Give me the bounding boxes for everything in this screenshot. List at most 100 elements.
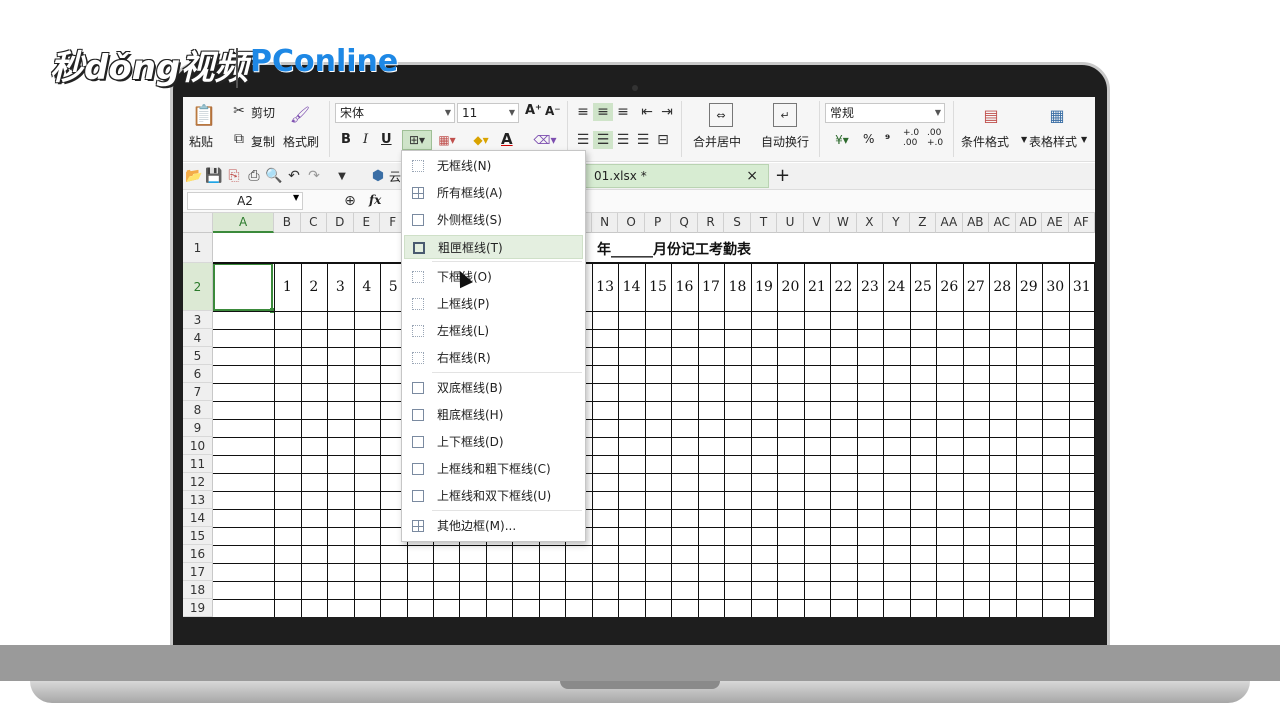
border-menu-item[interactable]: 外侧框线(S)	[404, 208, 583, 232]
column-header-n[interactable]: N	[591, 213, 619, 233]
row-header-4[interactable]: 4	[183, 329, 213, 347]
row-header-5[interactable]: 5	[183, 347, 213, 365]
day-number-cell[interactable]: 31	[1069, 277, 1095, 297]
day-number-cell[interactable]: 25	[910, 277, 936, 297]
column-header-s[interactable]: S	[724, 213, 751, 233]
border-menu-item[interactable]: 其他边框(M)...	[404, 514, 583, 538]
row-header-11[interactable]: 11	[183, 455, 213, 473]
day-number-cell[interactable]: 4	[354, 277, 380, 297]
distribute-icon[interactable]: ⊟	[653, 131, 673, 149]
column-header-c[interactable]: C	[300, 213, 328, 233]
day-number-cell[interactable]: 26	[936, 277, 962, 297]
select-all-corner[interactable]	[183, 213, 213, 233]
column-header-d[interactable]: D	[327, 213, 354, 233]
italic-button[interactable]: I	[363, 132, 368, 147]
cell-area[interactable]: 年______月份记工考勤表 1 2 3 4 5 13 14 15 16 17 18 19 20 21 22…	[213, 233, 1095, 617]
format-painter-button[interactable]: 格式刷	[283, 133, 319, 150]
column-header-ab[interactable]: AB	[962, 213, 990, 233]
column-header-u[interactable]: U	[777, 213, 804, 233]
row-header-6[interactable]: 6	[183, 365, 213, 383]
border-menu-item[interactable]: 粗匣框线(T)	[404, 235, 583, 259]
paste-icon[interactable]: 📋	[191, 103, 217, 127]
row-header-3[interactable]: 3	[183, 311, 213, 329]
day-number-cell[interactable]: 15	[645, 277, 671, 297]
font-size-select[interactable]: 11 ▼	[457, 103, 519, 123]
currency-icon[interactable]: ¥▾	[829, 131, 855, 149]
comma-button[interactable]: ⁹	[885, 132, 890, 146]
cloud-label[interactable]: 云	[389, 168, 401, 185]
spreadsheet-grid[interactable]: ABCDEFGHIJKLMNOPQRSTUVWXYZAAABACADAEAF 1…	[183, 213, 1095, 617]
font-color-button[interactable]: A	[501, 130, 513, 148]
day-number-cell[interactable]: 17	[698, 277, 724, 297]
column-header-v[interactable]: V	[803, 213, 831, 233]
day-number-cell[interactable]: 2	[301, 277, 327, 297]
border-menu-item[interactable]: 下框线(O)	[404, 265, 583, 289]
align-bottom-icon[interactable]: ≡	[613, 103, 633, 121]
column-header-q[interactable]: Q	[671, 213, 698, 233]
bold-button[interactable]: B	[341, 132, 351, 147]
day-number-cell[interactable]: 14	[618, 277, 644, 297]
conditional-format-button[interactable]: 条件格式	[961, 133, 1009, 150]
align-top-icon[interactable]: ≡	[573, 103, 593, 121]
row-header-15[interactable]: 15	[183, 527, 213, 545]
row-header-9[interactable]: 9	[183, 419, 213, 437]
copy-button[interactable]: 复制	[251, 133, 275, 150]
fill-color-icon[interactable]: ◆▾	[467, 130, 495, 150]
align-center-icon[interactable]: ☰	[593, 131, 613, 149]
border-menu-item[interactable]: 双底框线(B)	[404, 376, 583, 400]
row-header-12[interactable]: 12	[183, 473, 213, 491]
percent-button[interactable]: %	[863, 132, 874, 146]
border-menu-item[interactable]: 上框线和粗下框线(C)	[404, 457, 583, 481]
day-number-cell[interactable]: 13	[592, 277, 618, 297]
day-number-cell[interactable]: 19	[751, 277, 777, 297]
border-menu-item[interactable]: 上框线和双下框线(U)	[404, 484, 583, 508]
increase-decimal-button[interactable]: +.0 .00	[903, 128, 923, 148]
day-number-cell[interactable]: 16	[671, 277, 697, 297]
row-header-10[interactable]: 10	[183, 437, 213, 455]
print-preview-icon[interactable]: 🔍	[265, 167, 283, 185]
border-menu-item[interactable]: 右框线(R)	[404, 346, 583, 370]
border-menu-item[interactable]: 上下框线(D)	[404, 430, 583, 454]
border-menu-item[interactable]: 无框线(N)	[404, 154, 583, 178]
column-header-af[interactable]: AF	[1068, 213, 1095, 233]
cell-style-icon[interactable]: ▦▾	[433, 130, 461, 150]
column-header-e[interactable]: E	[353, 213, 381, 233]
table-style-icon[interactable]: ▦	[1045, 103, 1069, 127]
day-number-cell[interactable]: 23	[857, 277, 883, 297]
wrap-text-icon[interactable]: ↵	[773, 103, 797, 127]
column-header-ae[interactable]: AE	[1042, 213, 1069, 233]
day-number-cell[interactable]: 20	[777, 277, 803, 297]
grow-font-button[interactable]: A⁺	[525, 103, 542, 118]
row-header-1[interactable]: 1	[183, 233, 213, 263]
undo-icon[interactable]: ↶	[285, 167, 303, 185]
cloud-doc-icon[interactable]: ⬢	[369, 167, 387, 185]
row-header-16[interactable]: 16	[183, 545, 213, 563]
name-box[interactable]: A2	[187, 192, 303, 210]
day-number-cell[interactable]: 22	[830, 277, 856, 297]
open-folder-icon[interactable]: 📂	[185, 167, 203, 185]
border-menu-item[interactable]: 左框线(L)	[404, 319, 583, 343]
customize-toolbar-icon[interactable]: ▼	[333, 167, 351, 185]
outdent-icon[interactable]: ⇤	[637, 103, 657, 121]
justify-icon[interactable]: ☰	[633, 131, 653, 149]
day-number-cell[interactable]: 3	[327, 277, 353, 297]
column-header-y[interactable]: Y	[883, 213, 910, 233]
border-menu-item[interactable]: 粗底框线(H)	[404, 403, 583, 427]
shrink-font-button[interactable]: A⁻	[545, 104, 561, 118]
sheet-title[interactable]: 年______月份记工考勤表	[597, 239, 751, 259]
align-middle-icon[interactable]: ≡	[593, 103, 613, 121]
row-header-18[interactable]: 18	[183, 581, 213, 599]
merge-center-button[interactable]: 合并居中	[693, 133, 741, 150]
row-header-19[interactable]: 19	[183, 599, 213, 617]
table-style-button[interactable]: 表格样式	[1029, 133, 1077, 150]
decrease-decimal-button[interactable]: .00 +.0	[927, 128, 947, 148]
column-header-a[interactable]: A	[213, 213, 275, 233]
day-number-cell[interactable]: 27	[963, 277, 989, 297]
close-tab-icon[interactable]: ×	[746, 165, 758, 187]
number-format-select[interactable]: 常规 ▼	[825, 103, 945, 123]
day-number-cell[interactable]: 30	[1042, 277, 1068, 297]
row-header-8[interactable]: 8	[183, 401, 213, 419]
day-number-cell[interactable]: 21	[804, 277, 830, 297]
border-menu-item[interactable]: 上框线(P)	[404, 292, 583, 316]
redo-icon[interactable]: ↷	[305, 167, 323, 185]
